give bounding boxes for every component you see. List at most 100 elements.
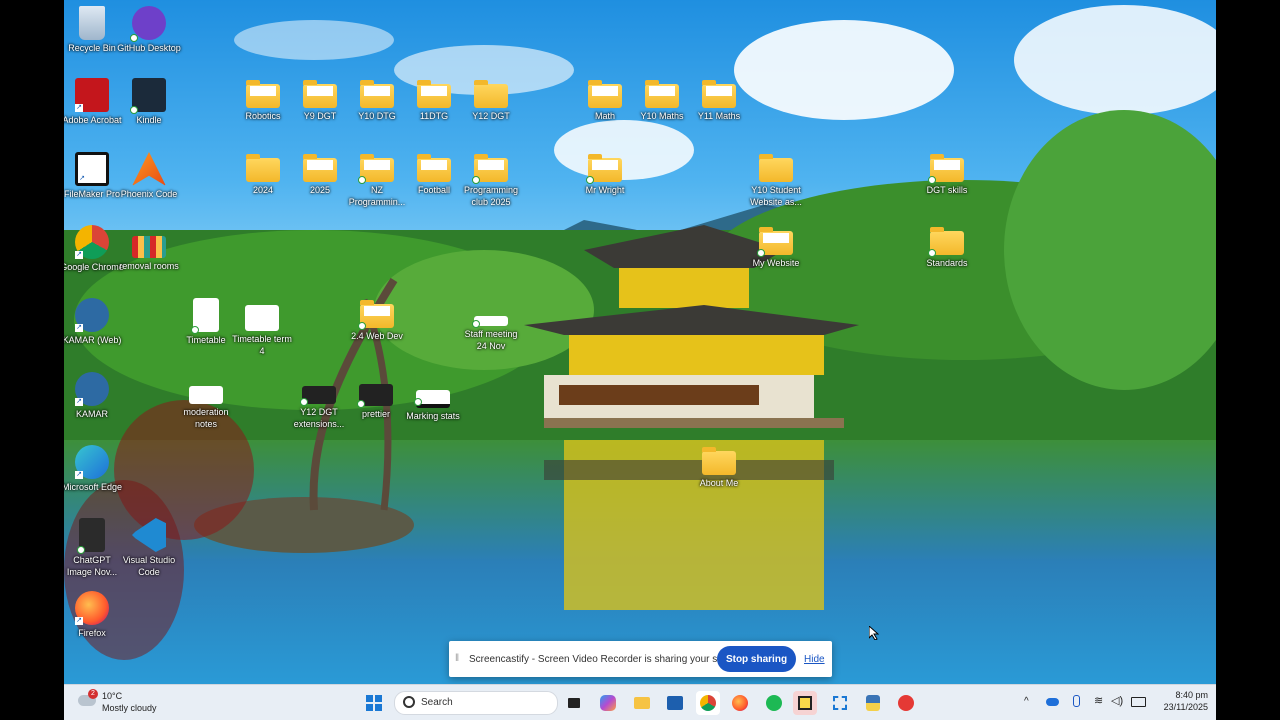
desktop-folder-y12-dgt[interactable]: Y12 DGT <box>459 78 523 122</box>
chevron-up-icon[interactable]: ^ <box>1024 696 1029 707</box>
image-icon <box>77 518 105 554</box>
store-button[interactable] <box>663 691 687 715</box>
folder-icon <box>645 80 679 108</box>
desktop-folder-y10-student-website[interactable]: Y10 Student Website as... <box>744 152 808 208</box>
desktop-icon-y12-dgt-extensions[interactable]: Y12 DGT extensions... <box>287 386 351 430</box>
firefox-taskbar-button[interactable] <box>728 691 752 715</box>
clock[interactable]: 8:40 pm 23/11/2025 <box>1146 689 1208 713</box>
desktop-screen: Recycle Bin GitHub Desktop ↗ Adobe Acrob… <box>64 0 1216 720</box>
search-placeholder: Search <box>421 697 453 708</box>
desktop-icon-moderation-notes[interactable]: moderation notes <box>174 386 238 430</box>
file-explorer-button[interactable] <box>630 691 654 715</box>
folder-icon <box>474 80 508 108</box>
acrobat-taskbar-button[interactable] <box>894 691 918 715</box>
weather-widget[interactable]: 2 10°C Mostly cloudy <box>76 689 186 717</box>
share-message: Screencastify - Screen Video Recorder is… <box>469 654 746 665</box>
desktop-icon-microsoft-edge[interactable]: ↗ Microsoft Edge <box>64 445 124 493</box>
desktop-folder-nz-programming[interactable]: NZ Programmin... <box>345 152 409 208</box>
python-taskbar-button[interactable] <box>861 691 885 715</box>
volume-icon[interactable]: ◁) <box>1111 694 1123 707</box>
desktop-icon-github-desktop[interactable]: GitHub Desktop <box>117 6 181 54</box>
taskbar-search[interactable]: Search <box>394 691 558 715</box>
screen-share-notification: ‖ Screencastify - Screen Video Recorder … <box>449 641 832 677</box>
sticky-notes-icon <box>798 696 812 710</box>
weather-description: Mostly cloudy <box>102 703 157 713</box>
desktop-icon-removal-rooms[interactable]: removal rooms <box>117 236 181 272</box>
sticky-notes-taskbar-button[interactable] <box>793 691 817 715</box>
folder-icon <box>586 154 622 184</box>
hide-link[interactable]: Hide <box>804 654 825 665</box>
desktop-folder-2024[interactable]: 2024 <box>231 152 295 196</box>
desktop-folder-about-me[interactable]: About Me <box>687 445 751 489</box>
document-icon <box>245 305 279 331</box>
phoenix-code-icon <box>132 152 166 186</box>
desktop-icon-google-chrome[interactable]: ↗ Google Chrome <box>64 225 124 273</box>
snipping-tool-taskbar-button[interactable] <box>828 691 852 715</box>
desktop-folder-11dtg[interactable]: 11DTG <box>402 78 466 122</box>
folder-icon <box>759 154 793 182</box>
copilot-button[interactable] <box>596 691 620 715</box>
desktop-folder-2-4-web-dev[interactable]: 2.4 Web Dev <box>345 298 409 342</box>
desktop-icon-timetable[interactable]: Timetable <box>174 298 238 346</box>
desktop-folder-mr-wright[interactable]: Mr Wright <box>573 152 637 196</box>
folder-icon <box>928 227 964 257</box>
desktop-icon-visual-studio-code[interactable]: Visual Studio Code <box>117 518 181 578</box>
desktop-icon-chatgpt-image[interactable]: ChatGPT Image Nov... <box>64 518 124 578</box>
desktop-folder-y11-maths[interactable]: Y11 Maths <box>687 78 751 122</box>
clock-time: 8:40 pm <box>1175 690 1208 700</box>
chrome-taskbar-button[interactable] <box>696 691 720 715</box>
wifi-icon[interactable]: ≋ <box>1094 694 1103 707</box>
battery-icon[interactable] <box>1131 697 1146 707</box>
start-button[interactable] <box>362 691 386 715</box>
desktop-folder-football[interactable]: Football <box>402 152 466 196</box>
firefox-icon: ↗ <box>75 591 109 625</box>
onedrive-icon[interactable] <box>1046 698 1059 706</box>
drag-handle-icon[interactable]: ‖ <box>455 653 459 664</box>
desktop-folder-y10-maths[interactable]: Y10 Maths <box>630 78 694 122</box>
python-icon <box>866 695 880 711</box>
folder-icon <box>358 154 394 184</box>
spotify-icon <box>766 695 782 711</box>
copilot-icon <box>600 695 616 711</box>
folder-icon <box>757 227 793 257</box>
desktop-folder-y9-dgt[interactable]: Y9 DGT <box>288 78 352 122</box>
stop-sharing-button[interactable]: Stop sharing <box>717 646 796 672</box>
folder-icon <box>702 447 736 475</box>
folder-icon <box>417 80 451 108</box>
clock-date: 23/11/2025 <box>1163 702 1208 712</box>
recycle-bin-icon <box>79 6 105 40</box>
desktop-icon-kamar-web[interactable]: ↗ KAMAR (Web) <box>64 298 124 346</box>
desktop-icon-recycle-bin[interactable]: Recycle Bin <box>64 6 124 54</box>
desktop-icon-staff-meeting[interactable]: Staff meeting 24 Nov <box>459 316 523 352</box>
desktop-icon-phoenix-code[interactable]: Phoenix Code <box>117 152 181 200</box>
desktop-folder-robotics[interactable]: Robotics <box>231 78 295 122</box>
mouse-cursor-icon <box>869 626 879 640</box>
desktop-icon-prettier[interactable]: prettier <box>344 384 408 420</box>
microphone-icon[interactable] <box>1073 695 1080 707</box>
desktop-folder-programming-club-2025[interactable]: Programming club 2025 <box>459 152 523 208</box>
document-icon <box>189 386 223 404</box>
kamar-icon: ↗ <box>75 372 109 406</box>
desktop-folder-math[interactable]: Math <box>573 78 637 122</box>
github-icon <box>130 6 166 42</box>
folder-icon <box>472 154 508 184</box>
spotify-taskbar-button[interactable] <box>762 691 786 715</box>
desktop-folder-standards[interactable]: Standards <box>915 225 979 269</box>
desktop-folder-2025[interactable]: 2025 <box>288 152 352 196</box>
desktop-icon-kamar[interactable]: ↗ KAMAR <box>64 372 124 420</box>
desktop-folder-y10-dtg[interactable]: Y10 DTG <box>345 78 409 122</box>
search-icon <box>403 696 415 708</box>
file-explorer-icon <box>634 697 650 709</box>
desktop-icon-adobe-acrobat[interactable]: ↗ Adobe Acrobat <box>64 78 124 126</box>
folder-icon <box>246 80 280 108</box>
desktop-icon-firefox[interactable]: ↗ Firefox <box>64 591 124 639</box>
firefox-icon <box>732 695 748 711</box>
desktop-folder-my-website[interactable]: My Website <box>744 225 808 269</box>
desktop-icon-marking-stats[interactable]: Marking stats <box>401 390 465 422</box>
desktop-icon-filemaker-pro[interactable]: ↗ FileMaker Pro <box>64 152 124 200</box>
desktop-icon-kindle[interactable]: Kindle <box>117 78 181 126</box>
task-view-button[interactable] <box>562 691 586 715</box>
desktop-icon-timetable-term-4[interactable]: Timetable term 4 <box>230 305 294 357</box>
desktop-folder-dgt-skills[interactable]: DGT skills <box>915 152 979 196</box>
document-icon <box>472 316 508 328</box>
